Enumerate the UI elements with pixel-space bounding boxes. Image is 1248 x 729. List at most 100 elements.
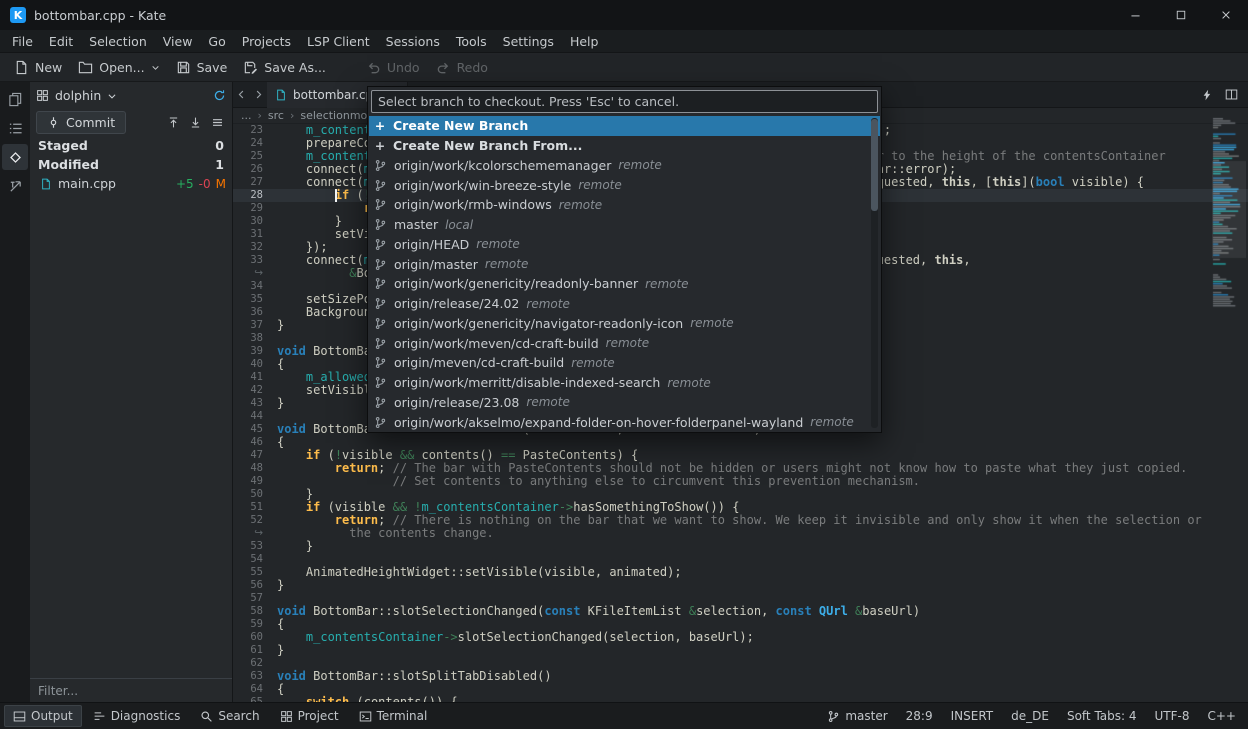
line-number: 23: [233, 124, 272, 137]
branch-item[interactable]: origin/work/rmb-windowsremote: [369, 195, 880, 215]
statusbar-tab-mode[interactable]: Soft Tabs: 4: [1067, 709, 1137, 723]
minimize-button[interactable]: [1113, 0, 1158, 30]
toolbar-open-button[interactable]: Open...: [70, 57, 167, 78]
toolbar-save-as-button[interactable]: Save As...: [235, 57, 334, 78]
branch-item[interactable]: origin/release/24.02remote: [369, 294, 880, 314]
forward-button[interactable]: [250, 82, 267, 108]
quick-open-icon[interactable]: [1201, 89, 1213, 101]
menu-help[interactable]: Help: [562, 32, 607, 51]
git-section-modified[interactable]: Modified1: [30, 155, 232, 174]
menu-settings[interactable]: Settings: [495, 32, 562, 51]
filter-input[interactable]: [30, 679, 232, 702]
branch-label: origin/work/kcolorschememanager: [394, 158, 611, 173]
code-text: AnimatedHeightWidget::setVisible(visible…: [272, 566, 682, 579]
commit-label: Commit: [66, 115, 115, 130]
refresh-icon[interactable]: [213, 89, 226, 102]
open-icon: [78, 60, 93, 75]
symbols-icon[interactable]: [2, 115, 28, 141]
statusbar-diagnostics-button[interactable]: Diagnostics: [84, 705, 190, 727]
code-line[interactable]: ↪ the contents change.: [233, 527, 1248, 540]
wrap-indicator: ↪: [233, 267, 272, 280]
statusbar-cursor-position[interactable]: 28:9: [906, 709, 933, 723]
toolbar-undo-button[interactable]: Undo: [358, 57, 428, 78]
branch-item[interactable]: origin/HEADremote: [369, 235, 880, 255]
branch-item[interactable]: origin/work/win-breeze-styleremote: [369, 175, 880, 195]
line-number: 50: [233, 488, 272, 501]
popup-scrollbar-thumb[interactable]: [871, 119, 878, 211]
menu-edit[interactable]: Edit: [41, 32, 81, 51]
git-file-row[interactable]: main.cpp+5-0M: [30, 174, 232, 193]
toolbar-items: NewOpen...SaveSave As... UndoRedo: [0, 53, 1248, 82]
statusbar-encoding[interactable]: UTF-8: [1155, 709, 1190, 723]
toolbar-redo-button[interactable]: Redo: [428, 57, 496, 78]
branch-item[interactable]: origin/work/merritt/disable-indexed-sear…: [369, 373, 880, 393]
toolbar-save-button[interactable]: Save: [168, 57, 236, 78]
lsp-symbols-icon[interactable]: [2, 173, 28, 199]
branch-item[interactable]: origin/work/genericity/readonly-bannerre…: [369, 274, 880, 294]
project-name[interactable]: dolphin: [55, 88, 101, 103]
code-line[interactable]: 61}: [233, 644, 1248, 657]
branch-item[interactable]: origin/work/akselmo/expand-folder-on-hov…: [369, 412, 880, 431]
popup-scrollbar[interactable]: [871, 118, 878, 428]
branch-item[interactable]: origin/meven/cd-craft-buildremote: [369, 353, 880, 373]
maximize-button[interactable]: [1158, 0, 1203, 30]
code-line[interactable]: 56}: [233, 579, 1248, 592]
code-line[interactable]: 58void BottomBar::slotSelectionChanged(c…: [233, 605, 1248, 618]
code-line[interactable]: 60 m_contentsContainer->slotSelectionCha…: [233, 631, 1248, 644]
statusbar-input-mode[interactable]: INSERT: [951, 709, 994, 723]
statusbar-search-button[interactable]: Search: [191, 705, 268, 727]
branch-item[interactable]: masterlocal: [369, 215, 880, 235]
statusbar-output-button[interactable]: Output: [4, 705, 82, 727]
menu-sessions[interactable]: Sessions: [378, 32, 448, 51]
back-button[interactable]: [233, 82, 250, 108]
line-number: 58: [233, 605, 272, 618]
menu-selection[interactable]: Selection: [81, 32, 155, 51]
line-number: 24: [233, 137, 272, 150]
menu-file[interactable]: File: [4, 32, 41, 51]
toolbar-new-button[interactable]: New: [6, 57, 70, 78]
statusbar-git-branch[interactable]: master: [827, 709, 887, 723]
window-controls: [1113, 0, 1248, 30]
breadcrumb-item[interactable]: src: [268, 109, 284, 122]
statusbar-project-button[interactable]: Project: [271, 705, 348, 727]
branch-item[interactable]: origin/work/kcolorschememanagerremote: [369, 156, 880, 176]
git-file-stats: +5-0M: [176, 177, 226, 191]
minimap[interactable]: [1212, 115, 1246, 699]
chevron-down-icon[interactable]: [107, 91, 117, 101]
statusbar-dictionary[interactable]: de_DE: [1011, 709, 1049, 723]
menu-projects[interactable]: Projects: [234, 32, 299, 51]
close-button[interactable]: [1203, 0, 1248, 30]
code-line[interactable]: 55 AnimatedHeightWidget::setVisible(visi…: [233, 566, 1248, 579]
breadcrumb-item[interactable]: ...: [241, 109, 252, 122]
branch-label: origin/meven/cd-craft-build: [394, 355, 564, 370]
split-view-icon[interactable]: [1225, 88, 1238, 101]
code-line[interactable]: 63void BottomBar::slotSplitTabDisabled(): [233, 670, 1248, 683]
push-icon[interactable]: [167, 116, 180, 129]
branch-action-item[interactable]: +Create New Branch: [369, 116, 880, 136]
statusbar-highlight-mode[interactable]: C++: [1208, 709, 1237, 723]
code-line[interactable]: 49 // Set contents to anything else to c…: [233, 475, 1248, 488]
branch-item[interactable]: origin/masterremote: [369, 254, 880, 274]
menu-lsp-client[interactable]: LSP Client: [299, 32, 378, 51]
git-menu-icon[interactable]: [211, 116, 224, 129]
pull-icon[interactable]: [189, 116, 202, 129]
branch-item[interactable]: origin/work/genericity/navigator-readonl…: [369, 314, 880, 334]
statusbar-terminal-button[interactable]: Terminal: [350, 705, 437, 727]
code-line[interactable]: 53 }: [233, 540, 1248, 553]
menu-tools[interactable]: Tools: [448, 32, 495, 51]
menu-go[interactable]: Go: [200, 32, 233, 51]
git-branch-icon: [374, 416, 387, 429]
branch-action-item[interactable]: +Create New Branch From...: [369, 136, 880, 156]
git-section-staged[interactable]: Staged0: [30, 136, 232, 155]
branch-label: origin/master: [394, 257, 478, 272]
git-branch-icon: [374, 356, 387, 369]
branch-filter-input[interactable]: [371, 90, 878, 113]
documents-icon[interactable]: [2, 86, 28, 112]
git-icon[interactable]: [2, 144, 28, 170]
branch-item[interactable]: origin/release/23.08remote: [369, 393, 880, 413]
commit-button[interactable]: Commit: [36, 111, 126, 134]
statusbar-button-label: Output: [31, 709, 73, 723]
menu-view[interactable]: View: [155, 32, 201, 51]
branch-item[interactable]: origin/work/meven/cd-craft-buildremote: [369, 333, 880, 353]
branch-label: master: [394, 217, 438, 232]
